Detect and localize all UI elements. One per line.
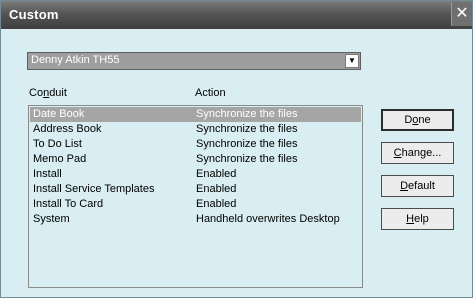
handheld-user-dropdown[interactable]: Denny Atkin TH55 ▼ — [27, 52, 361, 70]
chevron-down-icon[interactable]: ▼ — [345, 54, 359, 68]
conduit-action: Handheld overwrites Desktop — [196, 213, 340, 225]
conduit-name: Date Book — [33, 108, 85, 120]
conduit-action: Enabled — [196, 198, 237, 210]
list-item[interactable]: Install To Card Enabled — [30, 197, 361, 212]
window-title: Custom — [9, 7, 59, 22]
conduit-action: Synchronize the files — [196, 108, 298, 120]
list-item[interactable]: Install Enabled — [30, 167, 361, 182]
column-header-action: Action — [195, 87, 226, 99]
done-button[interactable]: Done — [381, 109, 454, 131]
list-item[interactable]: To Do List Synchronize the files — [30, 137, 361, 152]
conduit-name: To Do List — [33, 138, 82, 150]
list-item[interactable]: Date Book Synchronize the files — [30, 107, 361, 122]
conduit-name: Address Book — [33, 123, 102, 135]
conduit-action: Synchronize the files — [196, 123, 298, 135]
conduit-action: Synchronize the files — [196, 138, 298, 150]
column-header-conduit: Conduit — [29, 87, 67, 99]
conduit-action: Enabled — [196, 168, 237, 180]
help-button[interactable]: Help — [381, 208, 454, 230]
conduit-name: Install Service Templates — [33, 183, 155, 195]
custom-dialog: Custom ✕ Denny Atkin TH55 ▼ Conduit Acti… — [0, 0, 473, 298]
conduit-name: System — [33, 213, 70, 225]
handheld-user-value: Denny Atkin TH55 — [31, 54, 120, 66]
conduit-action: Enabled — [196, 183, 237, 195]
conduit-name: Memo Pad — [33, 153, 87, 165]
change-button[interactable]: Change... — [381, 142, 454, 164]
close-icon[interactable]: ✕ — [451, 2, 472, 26]
title-bar[interactable]: Custom ✕ — [1, 1, 472, 29]
conduit-name: Install To Card — [33, 198, 104, 210]
list-item[interactable]: Install Service Templates Enabled — [30, 182, 361, 197]
default-button[interactable]: Default — [381, 175, 454, 197]
conduit-action: Synchronize the files — [196, 153, 298, 165]
conduit-list[interactable]: Date Book Synchronize the files Address Bo… — [28, 105, 363, 288]
list-item[interactable]: Memo Pad Synchronize the files — [30, 152, 361, 167]
list-item[interactable]: System Handheld overwrites Desktop — [30, 212, 361, 227]
list-item[interactable]: Address Book Synchronize the files — [30, 122, 361, 137]
conduit-name: Install — [33, 168, 62, 180]
